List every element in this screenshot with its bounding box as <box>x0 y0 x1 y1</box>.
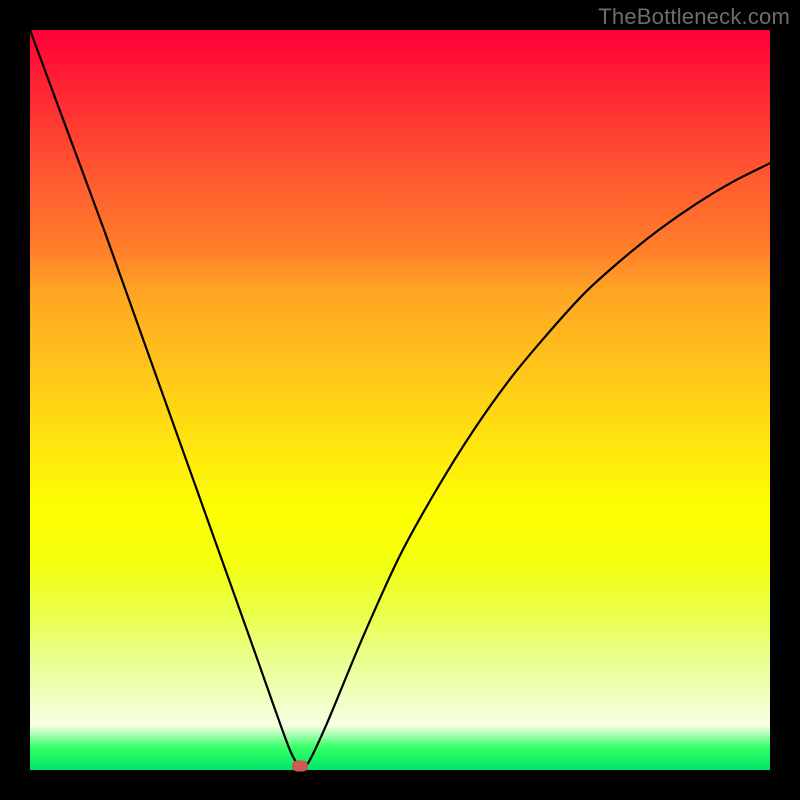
plot-area <box>30 30 770 770</box>
minimum-marker <box>292 761 308 772</box>
chart-frame: TheBottleneck.com <box>0 0 800 800</box>
bottleneck-curve <box>30 30 770 768</box>
watermark-text: TheBottleneck.com <box>598 4 790 30</box>
curve-svg <box>30 30 770 770</box>
